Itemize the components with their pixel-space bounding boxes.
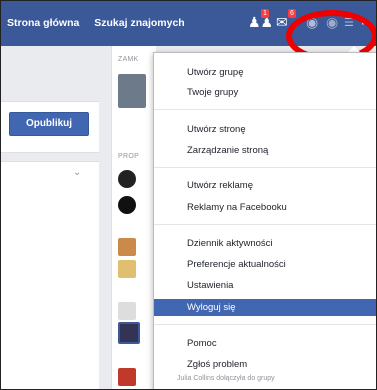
menu-item-create-ad[interactable]: Utwórz reklamę — [154, 177, 376, 194]
suggestion-avatar-6[interactable] — [118, 322, 140, 344]
menu-item-create-group[interactable]: Utwórz grupę — [154, 64, 376, 81]
suggestion-avatar-7[interactable] — [118, 368, 136, 386]
suggestion-avatar-5[interactable] — [118, 302, 136, 320]
menu-item-help[interactable]: Pomoc — [154, 335, 376, 352]
section-label-top: ZAMK — [118, 56, 139, 63]
publish-button[interactable]: Opublikuj — [9, 112, 89, 136]
activity-ticker-text: Julia Collins dołączyła do grupy — [177, 375, 275, 382]
nav-home-link[interactable]: Strona główna — [7, 17, 79, 29]
friend-requests-badge: 1 — [261, 9, 269, 18]
menu-item-facebook-ads[interactable]: Reklamy na Facebooku — [154, 199, 376, 216]
menu-item-report-problem[interactable]: Zgłoś problem — [154, 356, 376, 373]
suggestion-avatar-1[interactable] — [118, 170, 136, 188]
menu-item-manage-pages[interactable]: Zarządzanie stroną — [154, 142, 376, 159]
left-content-panel — [1, 161, 99, 389]
screenshot-frame: Strona główna Szukaj znajomych ♟♟ 1 ✉ 6 … — [0, 0, 377, 390]
group-thumbnail[interactable] — [118, 74, 146, 108]
messages-badge: 6 — [288, 9, 296, 18]
menu-item-create-page[interactable]: Utwórz stronę — [154, 121, 376, 138]
menu-divider — [154, 167, 376, 168]
suggestion-avatar-2[interactable] — [118, 196, 136, 214]
messages-icon[interactable]: ✉ — [276, 14, 288, 31]
menu-divider — [154, 109, 376, 110]
section-label-mid: PROP — [118, 153, 140, 160]
menu-item-activity-log[interactable]: Dziennik aktywności — [154, 235, 376, 252]
suggestion-avatar-4[interactable] — [118, 260, 136, 278]
top-nav: Strona główna Szukaj znajomych — [7, 17, 197, 29]
chevron-down-icon[interactable]: ⌄ — [73, 167, 81, 178]
suggestion-avatar-3[interactable] — [118, 238, 136, 256]
menu-item-your-groups[interactable]: Twoje grupy — [154, 84, 376, 101]
right-sidebar: ZAMK PROP — [111, 46, 156, 389]
menu-item-log-out[interactable]: Wyloguj się — [154, 299, 376, 316]
menu-divider — [154, 224, 376, 225]
menu-item-news-feed-preferences[interactable]: Preferencje aktualności — [154, 256, 376, 273]
account-dropdown-menu: Utwórz grupę Twoje grupy Utwórz stronę Z… — [153, 52, 376, 389]
nav-find-friends-link[interactable]: Szukaj znajomych — [94, 17, 184, 29]
menu-item-settings[interactable]: Ustawienia — [154, 277, 376, 294]
menu-divider — [154, 324, 376, 325]
